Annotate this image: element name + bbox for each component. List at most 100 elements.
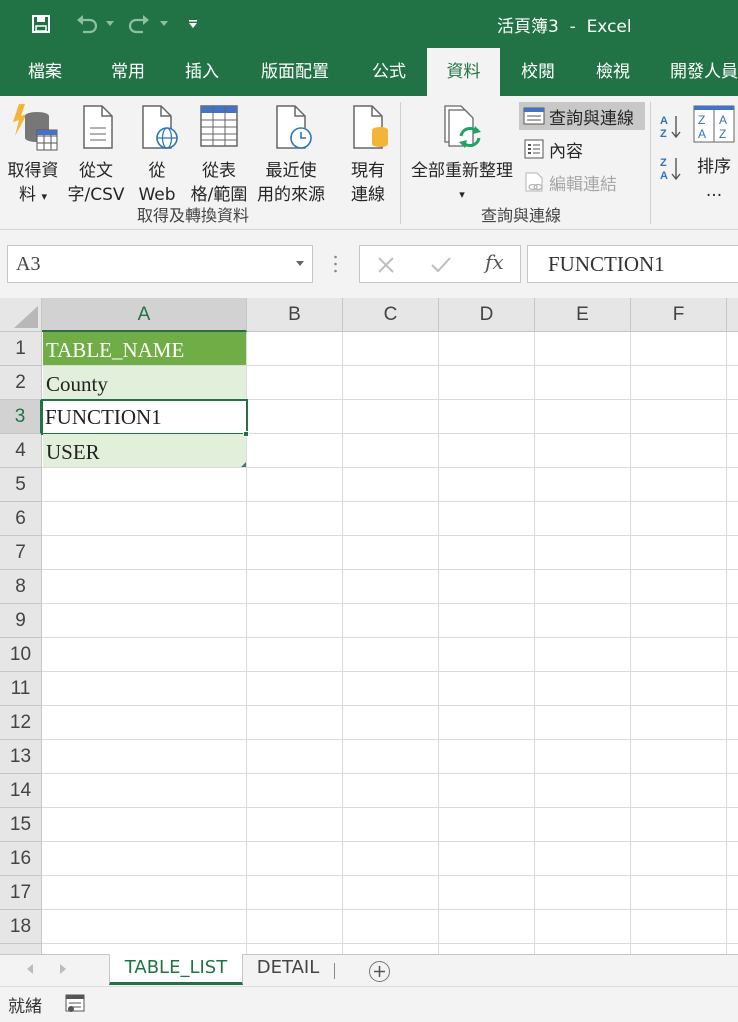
sort-button[interactable]: Z A A Z 排序 ...: [690, 104, 738, 203]
row-header-15[interactable]: 15: [0, 808, 42, 842]
svg-text:A: A: [719, 113, 727, 127]
row-header-11[interactable]: 11: [0, 672, 42, 706]
queries-connections-label: 查詢與連線: [549, 108, 634, 129]
fill-handle[interactable]: [243, 431, 249, 437]
row-header-10[interactable]: 10: [0, 638, 42, 672]
table-icon: [200, 105, 238, 147]
enter-check-icon[interactable]: [430, 255, 452, 275]
tab-page-layout[interactable]: 版面配置: [248, 48, 342, 96]
row-header-6[interactable]: 6: [0, 502, 42, 536]
insert-function-icon[interactable]: fx: [485, 250, 504, 274]
cell-a3[interactable]: FUNCTION1: [41, 399, 248, 435]
refresh-all-button[interactable]: 全部重新整理 ▾: [406, 102, 518, 207]
column-header-a[interactable]: A: [42, 298, 247, 332]
row-header-9[interactable]: 9: [0, 604, 42, 638]
sheet-tab-detail[interactable]: DETAIL: [247, 954, 329, 985]
ribbon-tab-bar: 檔案 常用 插入 版面配置 公式 資料 校閱 檢視 開發人員: [0, 48, 738, 96]
cell-a4[interactable]: USER: [43, 434, 246, 467]
edit-links-button[interactable]: 編輯連結: [523, 168, 623, 196]
cell-a1[interactable]: TABLE_NAME: [43, 332, 246, 365]
tab-view[interactable]: 檢視: [582, 48, 644, 96]
svg-text:A: A: [660, 170, 668, 182]
properties-icon: [524, 139, 544, 159]
row-header-14[interactable]: 14: [0, 774, 42, 808]
svg-text:A: A: [660, 115, 668, 127]
row-header-1[interactable]: 1: [0, 332, 42, 366]
status-bar: 就緒: [0, 986, 738, 1022]
save-icon[interactable]: [28, 10, 54, 38]
row-header-7[interactable]: 7: [0, 536, 42, 570]
table-resize-handle-icon[interactable]: [241, 462, 246, 467]
queries-connections-button[interactable]: 查詢與連線: [519, 102, 645, 130]
sort-label-2: ...: [705, 181, 723, 201]
sort-descending-button[interactable]: Z A: [658, 154, 684, 191]
row-header-17[interactable]: 17: [0, 876, 42, 910]
ribbon-separator-2: [650, 102, 651, 224]
column-header-e[interactable]: E: [535, 298, 631, 332]
svg-text:Z: Z: [719, 127, 726, 141]
formula-input[interactable]: FUNCTION1: [527, 245, 738, 283]
from-web-button[interactable]: 從 Web: [132, 102, 182, 207]
tab-formulas[interactable]: 公式: [356, 48, 422, 96]
row-header-19-partial[interactable]: [0, 944, 42, 954]
recent-sources-button[interactable]: 最近使 用的來源: [254, 102, 328, 207]
properties-button[interactable]: 內容: [523, 135, 593, 163]
redo-icon[interactable]: [124, 10, 154, 38]
previous-sheet-icon[interactable]: [27, 964, 33, 974]
from-table-range-button[interactable]: 從表 格/範圍: [186, 102, 252, 207]
existing-connections-button[interactable]: 現有 連線: [340, 102, 396, 207]
row-header-3[interactable]: 3: [0, 400, 42, 434]
row-header-18[interactable]: 18: [0, 910, 42, 944]
recent-clock-icon: [276, 105, 312, 149]
edit-links-label: 編輯連結: [549, 174, 617, 195]
tab-home[interactable]: 常用: [94, 48, 162, 96]
tab-insert[interactable]: 插入: [170, 48, 234, 96]
row-header-12[interactable]: 12: [0, 706, 42, 740]
redo-dropdown-icon[interactable]: [158, 10, 170, 38]
cancel-icon[interactable]: [376, 255, 396, 275]
sort-ascending-button[interactable]: A Z: [658, 112, 684, 149]
sort-descending-icon: Z A: [660, 157, 681, 182]
existing-connections-icon: [353, 105, 388, 149]
queries-connections-icon: [523, 107, 545, 125]
get-data-button[interactable]: 取得資 料 ▾: [3, 102, 63, 209]
splitter-handle-icon[interactable]: [334, 254, 337, 274]
row-header-5[interactable]: 5: [0, 468, 42, 502]
undo-icon[interactable]: [72, 10, 102, 38]
name-box[interactable]: A3: [7, 245, 313, 283]
tab-file[interactable]: 檔案: [10, 48, 80, 96]
refresh-all-label: 全部重新整理: [411, 161, 513, 181]
select-all-triangle-icon: [14, 306, 38, 328]
undo-dropdown-icon[interactable]: [104, 10, 116, 38]
row-header-4[interactable]: 4: [0, 434, 42, 468]
row-header-2[interactable]: 2: [0, 366, 42, 400]
customize-qat-icon[interactable]: [186, 10, 200, 38]
recent-sources-label-2: 用的來源: [257, 185, 325, 205]
column-header-c[interactable]: C: [343, 298, 439, 332]
row-header-13[interactable]: 13: [0, 740, 42, 774]
row-header-8[interactable]: 8: [0, 570, 42, 604]
column-header-g-partial[interactable]: [727, 298, 738, 332]
new-sheet-button[interactable]: [369, 961, 390, 982]
group-label-queries: 查詢與連線: [481, 206, 562, 225]
macro-record-icon[interactable]: [65, 994, 87, 1014]
ribbon-separator: [400, 102, 401, 224]
column-header-b[interactable]: B: [247, 298, 343, 332]
worksheet-grid: A B C D E F 1 2 3 4 5 6 7 8 9 10 11 12 1…: [0, 298, 738, 954]
cell-a2[interactable]: County: [43, 366, 246, 399]
column-header-f[interactable]: F: [631, 298, 727, 332]
sheet-tab-table-list[interactable]: TABLE_LIST: [109, 954, 243, 985]
select-all-button[interactable]: [0, 298, 42, 332]
existing-label-2: 連線: [351, 185, 385, 205]
tab-review[interactable]: 校閱: [508, 48, 568, 96]
column-header-d[interactable]: D: [439, 298, 535, 332]
sort-label-1: 排序: [697, 157, 731, 177]
formula-buttons: fx: [359, 245, 521, 283]
row-header-16[interactable]: 16: [0, 842, 42, 876]
tab-developer[interactable]: 開發人員: [660, 48, 738, 96]
next-sheet-icon[interactable]: [60, 964, 66, 974]
database-icon: [13, 104, 58, 151]
tab-data[interactable]: 資料: [427, 48, 500, 96]
name-box-dropdown-icon[interactable]: [296, 261, 304, 266]
from-text-csv-button[interactable]: 從文 字/CSV: [64, 102, 128, 207]
